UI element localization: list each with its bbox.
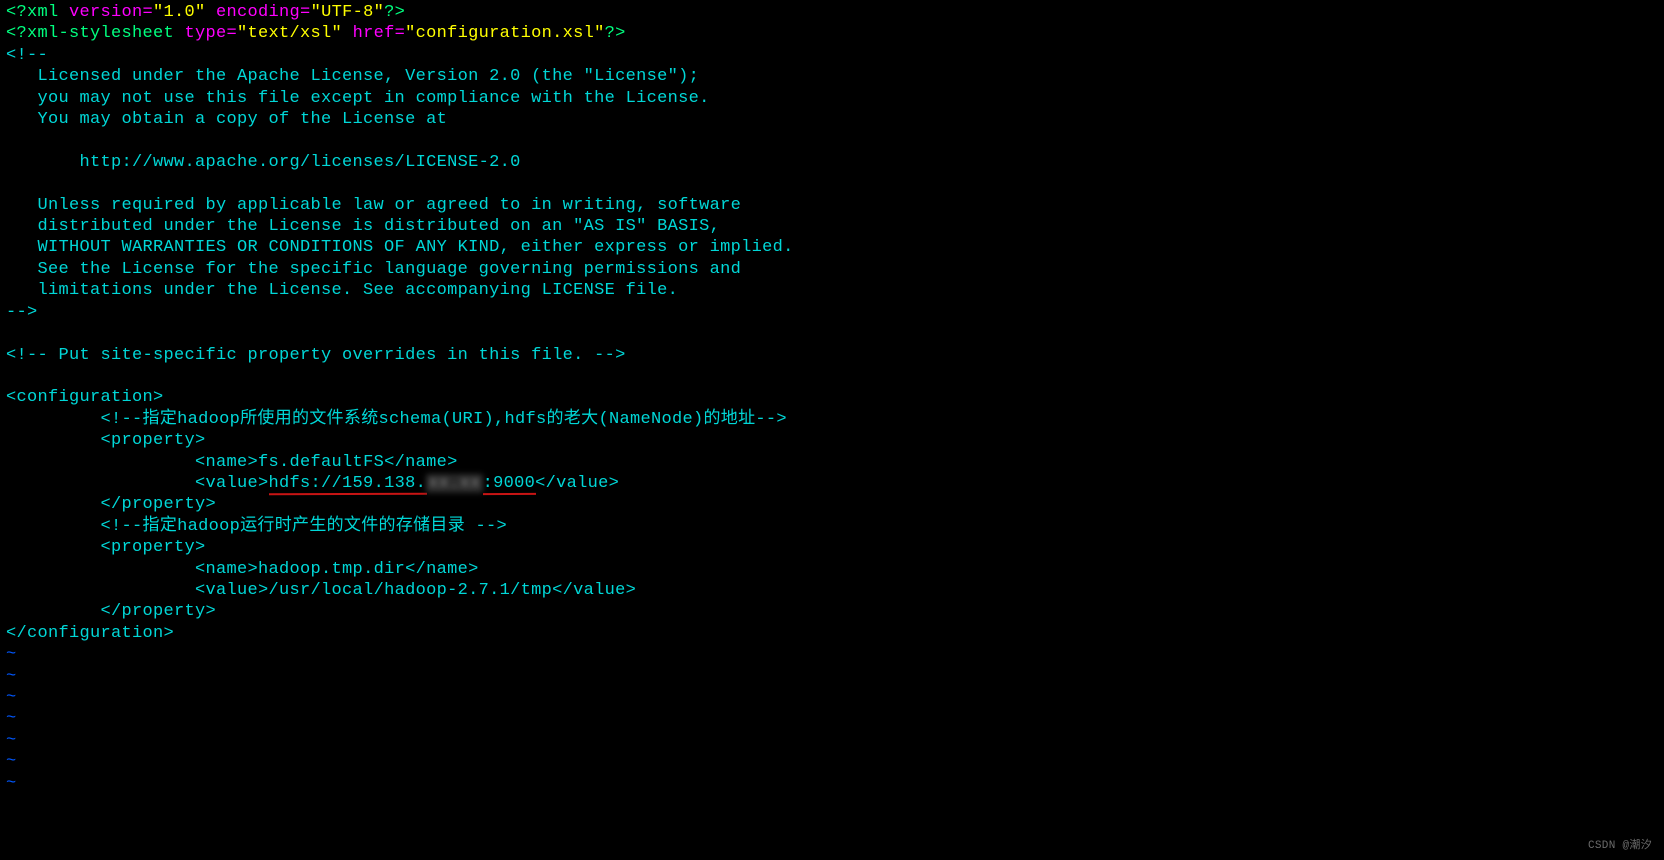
- vim-tilde: ~: [6, 752, 17, 771]
- vim-tilde: ~: [6, 731, 17, 750]
- name-open: <name>: [6, 453, 258, 472]
- comment-desc: <!--指定hadoop运行时产生的文件的存储目录 -->: [6, 517, 507, 536]
- prop-name: hadoop.tmp.dir: [258, 560, 405, 579]
- hdfs-port: :9000: [483, 473, 536, 494]
- license-line: distributed under the License is distrib…: [6, 217, 720, 236]
- property-close: </property>: [6, 495, 216, 514]
- license-line: You may obtain a copy of the License at: [6, 110, 447, 129]
- vim-tilde: ~: [6, 774, 17, 793]
- val: "UTF-8": [311, 3, 385, 22]
- editor-content: <?xml version="1.0" encoding="UTF-8"?> <…: [6, 2, 1658, 794]
- property-open: <property>: [6, 538, 206, 557]
- comment-line: <!-- Put site-specific property override…: [6, 346, 626, 365]
- comment-open: <!--: [6, 46, 48, 65]
- value-close: </value>: [552, 581, 636, 600]
- vim-tilde: ~: [6, 645, 17, 664]
- configuration-open: <configuration>: [6, 388, 164, 407]
- license-line: Licensed under the Apache License, Versi…: [6, 67, 699, 86]
- vim-tilde: ~: [6, 688, 17, 707]
- license-line: limitations under the License. See accom…: [6, 281, 678, 300]
- value-close: </value>: [535, 474, 619, 493]
- value-open: <value>: [6, 474, 269, 493]
- license-line: See the License for the specific languag…: [6, 260, 741, 279]
- comment-desc: <!--指定hadoop所使用的文件系统schema(URI),hdfs的老大(…: [6, 410, 787, 429]
- name-close: </name>: [384, 453, 458, 472]
- name-close: </name>: [405, 560, 479, 579]
- prop-name: fs.defaultFS: [258, 453, 384, 472]
- xml-stylesheet: <?xml-stylesheet: [6, 24, 185, 43]
- xml-decl: <?xml: [6, 3, 69, 22]
- hdfs-url-part: hdfs://159.138.: [269, 473, 427, 494]
- license-url: http://www.apache.org/licenses/LICENSE-2…: [6, 153, 521, 172]
- attr: version=: [69, 3, 153, 22]
- license-line: WITHOUT WARRANTIES OR CONDITIONS OF ANY …: [6, 238, 794, 257]
- property-close: </property>: [6, 602, 216, 621]
- vim-tilde: ~: [6, 667, 17, 686]
- comment-close: -->: [6, 303, 38, 322]
- license-line: Unless required by applicable law or agr…: [6, 196, 741, 215]
- property-open: <property>: [6, 431, 206, 450]
- val: "1.0": [153, 3, 206, 22]
- value-open: <value>: [6, 581, 269, 600]
- redacted-ip: xx.xx: [426, 474, 483, 493]
- license-line: you may not use this file except in comp…: [6, 89, 710, 108]
- name-open: <name>: [6, 560, 258, 579]
- prop-value: /usr/local/hadoop-2.7.1/tmp: [269, 581, 553, 600]
- configuration-close: </configuration>: [6, 624, 174, 643]
- watermark: CSDN @潮汐: [1588, 840, 1652, 854]
- attr: encoding=: [206, 3, 311, 22]
- vim-tilde: ~: [6, 709, 17, 728]
